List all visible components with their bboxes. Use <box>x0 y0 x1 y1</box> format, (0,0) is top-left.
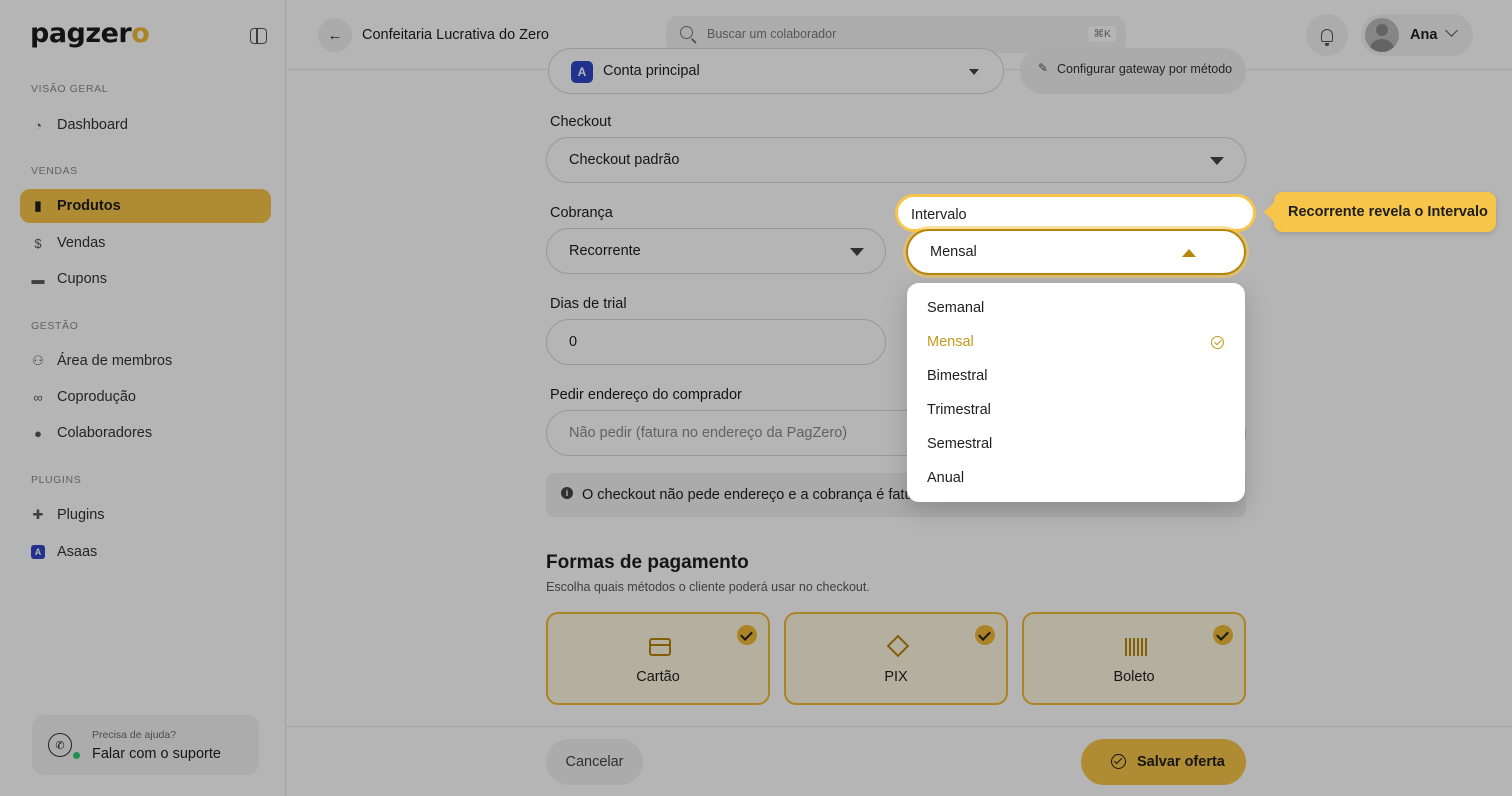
tour-callout-text: Recorrente revela o Intervalo <box>1288 204 1488 220</box>
selected-check-icon <box>1211 336 1224 349</box>
intervalo-label: Intervalo <box>911 207 967 223</box>
intervalo-select-value: Mensal <box>930 244 977 260</box>
tour-callout: Recorrente revela o Intervalo <box>1264 192 1496 232</box>
dropdown-option-semestral[interactable]: Semestral <box>927 436 992 452</box>
dropdown-option-bimestral[interactable]: Bimestral <box>927 368 987 384</box>
dropdown-option-semanal[interactable]: Semanal <box>927 300 984 316</box>
chevron-up-icon <box>1182 249 1196 257</box>
tour-overlay[interactable] <box>0 0 1512 796</box>
dropdown-option-trimestral[interactable]: Trimestral <box>927 402 991 418</box>
dropdown-option-anual[interactable]: Anual <box>927 470 964 486</box>
dropdown-option-mensal[interactable]: Mensal <box>927 334 974 350</box>
intervalo-label-highlight: Intervalo <box>895 194 1256 232</box>
intervalo-select[interactable]: Mensal <box>906 229 1246 275</box>
intervalo-dropdown: Semanal Mensal Bimestral Trimestral Seme… <box>907 283 1245 502</box>
